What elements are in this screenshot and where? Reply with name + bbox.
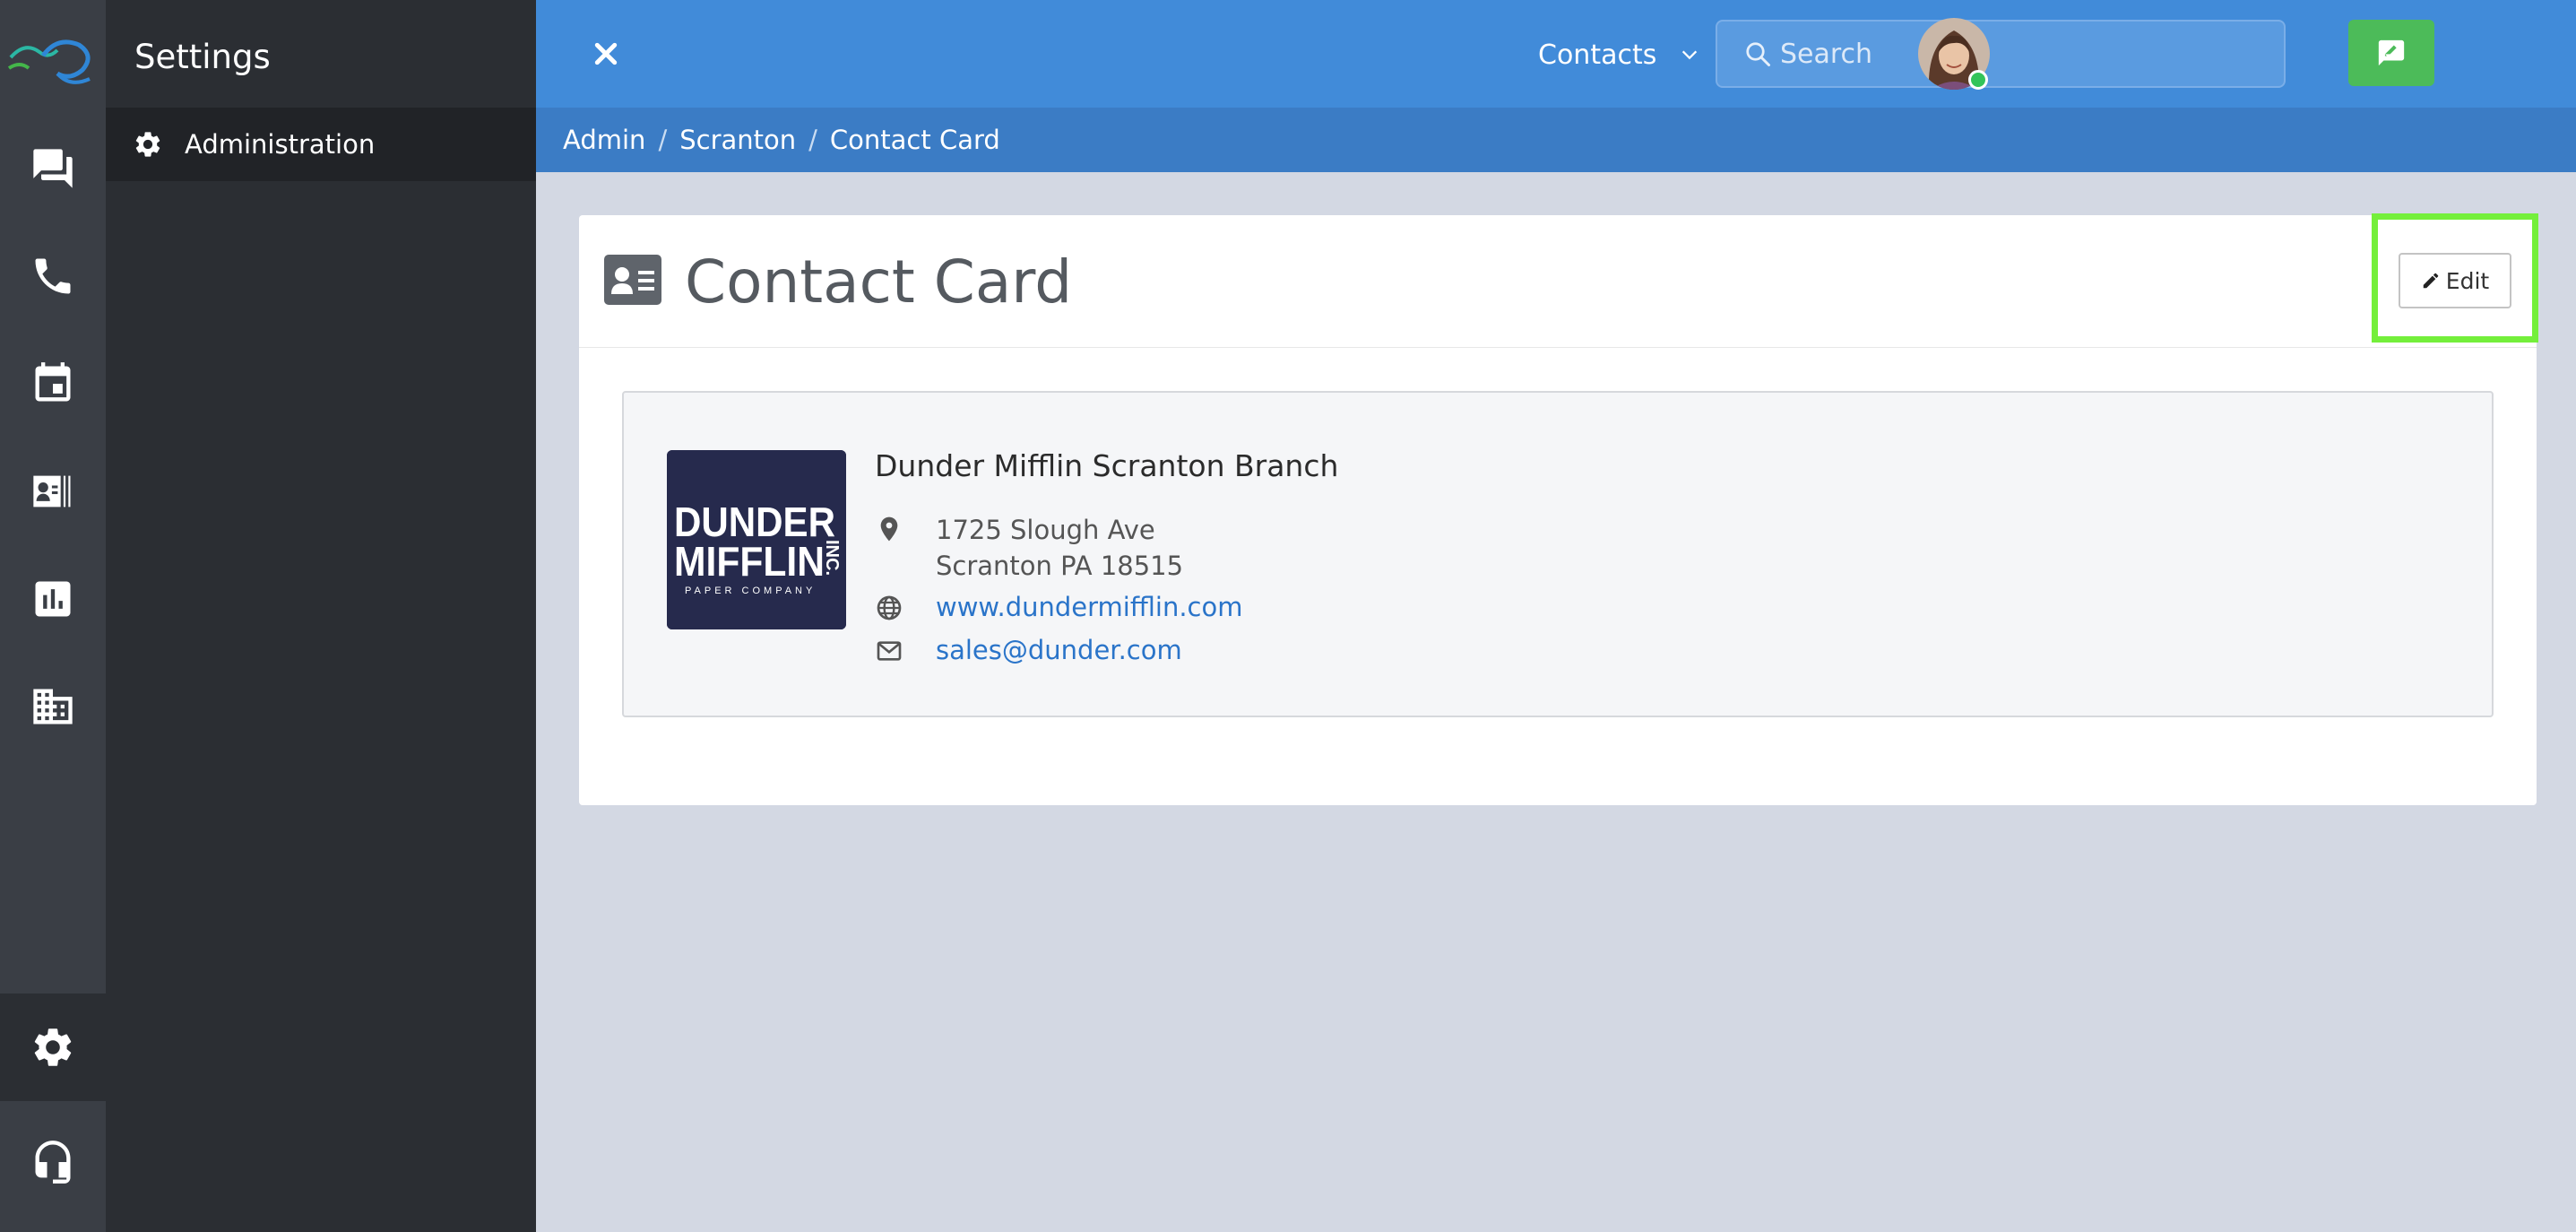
chart-icon: [35, 581, 71, 617]
dunder-mifflin-logo-icon: DUNDER MIFFLIN INC. PAPER COMPANY: [667, 450, 846, 629]
new-message-button[interactable]: [2348, 20, 2434, 86]
close-button[interactable]: [583, 30, 629, 77]
contact-details-box: DUNDER MIFFLIN INC. PAPER COMPANY Dunder…: [622, 391, 2494, 717]
rail-item-contacts[interactable]: [0, 438, 106, 545]
breadcrumb-item-scranton[interactable]: Scranton: [679, 125, 796, 155]
building-icon: [33, 689, 73, 724]
address-line-2: Scranton PA 18515: [936, 551, 1184, 581]
headset-icon: [35, 1141, 71, 1184]
rail-item-support[interactable]: [0, 1108, 106, 1216]
globe-icon: [877, 595, 902, 620]
message-icon: [2378, 39, 2405, 66]
svg-text:INC.: INC.: [822, 540, 842, 576]
breadcrumb-item-contact-card: Contact Card: [829, 125, 1000, 155]
search-input[interactable]: [1780, 38, 2282, 70]
edit-button-label: Edit: [2445, 267, 2490, 294]
rail-item-organization[interactable]: [0, 653, 106, 760]
online-status-indicator: [1968, 70, 1988, 90]
search-box[interactable]: [1716, 20, 2286, 88]
contact-card-icon: [604, 255, 661, 305]
breadcrumb-item-admin[interactable]: Admin: [563, 125, 645, 155]
website-link[interactable]: www.dundermifflin.com: [936, 592, 1242, 622]
contacts-dropdown[interactable]: Contacts: [1538, 32, 1699, 77]
search-icon: [1746, 42, 1770, 66]
chevron-down-icon: [1682, 50, 1698, 60]
sidebar-item-label: Administration: [185, 129, 376, 160]
breadcrumb-separator: /: [658, 125, 668, 155]
rail-item-chat[interactable]: [0, 115, 106, 222]
contact-card-panel: Contact Card Edit DUNDER MIFFLIN INC. PA…: [579, 213, 2538, 805]
sidebar-item-administration[interactable]: Administration: [106, 108, 536, 181]
settings-panel: Settings Administration: [106, 0, 536, 1232]
company-logo: DUNDER MIFFLIN INC. PAPER COMPANY: [667, 450, 846, 629]
svg-text:PAPER COMPANY: PAPER COMPANY: [685, 586, 816, 596]
contacts-dropdown-label: Contacts: [1538, 39, 1657, 71]
settings-panel-title: Settings: [134, 38, 271, 76]
rail-item-calendar[interactable]: [0, 330, 106, 438]
rail-item-reports[interactable]: [0, 545, 106, 653]
calendar-icon: [35, 362, 71, 402]
svg-text:MIFFLIN: MIFFLIN: [674, 538, 825, 585]
top-bar: Contacts: [536, 0, 2576, 108]
icon-rail: [0, 0, 106, 1232]
address-line-1: 1725 Slough Ave: [936, 515, 1155, 545]
breadcrumb-separator: /: [808, 125, 817, 155]
app-logo-icon[interactable]: [7, 29, 93, 95]
gear-icon: [135, 132, 160, 157]
phone-icon: [35, 258, 71, 294]
breadcrumb: Admin / Scranton / Contact Card: [536, 108, 2576, 172]
contact-card-icon: [33, 475, 71, 508]
rail-item-settings[interactable]: [0, 993, 106, 1101]
envelope-icon: [877, 641, 902, 661]
card-header: Contact Card Edit: [579, 213, 2538, 348]
pencil-icon: [2423, 273, 2439, 289]
rail-item-phone[interactable]: [0, 222, 106, 330]
close-icon: [594, 42, 618, 65]
company-name: Dunder Mifflin Scranton Branch: [875, 448, 1339, 483]
map-marker-icon: [880, 516, 898, 542]
chat-icon: [33, 149, 73, 188]
email-link[interactable]: sales@dunder.com: [936, 635, 1182, 665]
settings-gear-icon: [34, 1028, 72, 1066]
edit-button[interactable]: Edit: [2399, 253, 2511, 308]
page-title: Contact Card: [685, 247, 1073, 317]
